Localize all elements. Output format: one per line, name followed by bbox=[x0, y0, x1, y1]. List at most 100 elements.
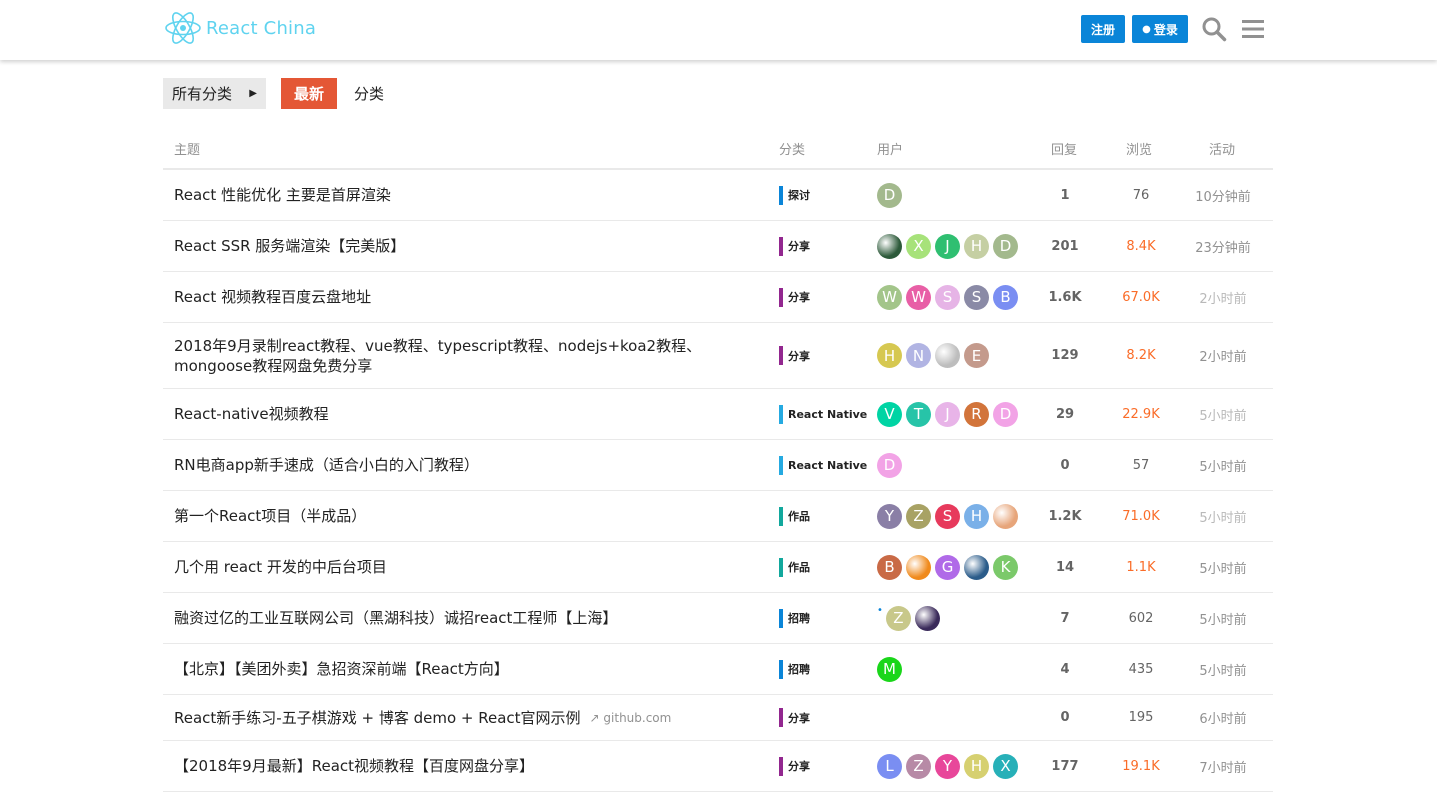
avatar[interactable]: V bbox=[877, 401, 902, 427]
header-category[interactable]: 分类 bbox=[779, 139, 805, 158]
avatar[interactable]: Z bbox=[885, 605, 911, 631]
topic-row[interactable]: 几个用 react 开发的中后台项目 作品 B G K 14 1.1K 5小时前 bbox=[163, 542, 1273, 593]
header-views[interactable]: 浏览 bbox=[1126, 139, 1152, 158]
category-badge[interactable]: 分享 bbox=[779, 695, 810, 740]
activity-time[interactable]: 2小时前 bbox=[1186, 272, 1260, 322]
category-badge[interactable]: 探讨 bbox=[779, 170, 810, 220]
avatar[interactable]: S bbox=[935, 284, 960, 310]
avatar[interactable]: D bbox=[993, 401, 1018, 427]
topic-title-link[interactable]: RN电商app新手速成（适合小白的入门教程） bbox=[174, 455, 479, 475]
category-badge[interactable]: React Native bbox=[779, 389, 867, 439]
avatar[interactable]: Z bbox=[906, 503, 931, 529]
avatar[interactable]: M bbox=[877, 656, 902, 682]
topic-title-link[interactable]: React新手练习-五子棋游戏 + 博客 demo + React官网示例 bbox=[174, 708, 581, 728]
category-badge[interactable]: 招聘 bbox=[779, 593, 810, 643]
avatar[interactable]: H bbox=[964, 233, 989, 259]
activity-time[interactable]: 5小时前 bbox=[1186, 593, 1260, 643]
topic-title-link[interactable]: React-native视频教程 bbox=[174, 404, 329, 424]
avatar[interactable]: Z bbox=[906, 753, 931, 779]
topic-row[interactable]: 2018年9月录制react教程、vue教程、typescript教程、node… bbox=[163, 323, 1273, 389]
topic-row[interactable]: React 视频教程百度云盘地址 分享 W W S S B 1.6K 67.0K 2小时前 bbox=[163, 272, 1273, 323]
avatar[interactable]: S bbox=[935, 503, 960, 529]
activity-time[interactable]: 2小时前 bbox=[1186, 323, 1260, 388]
activity-time[interactable]: 5小时前 bbox=[1186, 644, 1260, 694]
topic-title-link[interactable]: 第一个React项目（半成品） bbox=[174, 506, 366, 526]
avatar[interactable]: Y bbox=[877, 503, 902, 529]
topic-title-link[interactable]: 【北京】【美团外卖】急招资深前端【React方向】 bbox=[174, 659, 509, 679]
topic-title-link[interactable]: React SSR 服务端渲染【完美版】 bbox=[174, 236, 405, 256]
avatar[interactable]: H bbox=[877, 343, 902, 368]
topic-title-link[interactable]: 几个用 react 开发的中后台项目 bbox=[174, 557, 387, 577]
activity-time[interactable]: 5小时前 bbox=[1186, 389, 1260, 439]
category-badge[interactable]: 分享 bbox=[779, 323, 810, 388]
avatar[interactable]: E bbox=[964, 343, 989, 368]
activity-time[interactable]: 7小时前 bbox=[1186, 741, 1260, 791]
external-link-host[interactable]: ↗ github.com bbox=[590, 708, 672, 728]
nav-categories-tab[interactable]: 分类 bbox=[354, 83, 384, 104]
activity-time[interactable]: 5小时前 bbox=[1186, 440, 1260, 490]
avatar[interactable]: H bbox=[964, 503, 989, 529]
topic-row[interactable]: 第一个React项目（半成品） 作品 Y Z S H 1.2K 71.0K 5小时前 bbox=[163, 491, 1273, 542]
avatar[interactable]: J bbox=[935, 401, 960, 427]
header-users[interactable]: 用户 bbox=[877, 139, 903, 158]
topic-row[interactable]: RN电商app新手速成（适合小白的入门教程） React Native D 0 57 5小… bbox=[163, 440, 1273, 491]
avatar[interactable]: G bbox=[935, 554, 960, 580]
hamburger-menu-icon[interactable] bbox=[1240, 16, 1266, 42]
topic-row[interactable]: React-native视频教程 React Native V T J R D 29 22.9K… bbox=[163, 389, 1273, 440]
header-activity[interactable]: 活动 bbox=[1209, 139, 1235, 158]
topic-row[interactable]: React新手练习-五子棋游戏 + 博客 demo + React官网示例 ↗ g… bbox=[163, 695, 1273, 741]
topic-row[interactable]: 融资过亿的工业互联网公司（黑湖科技）诚招react工程师【上海】 招聘 • Z 7 602… bbox=[163, 593, 1273, 644]
avatar[interactable] bbox=[877, 233, 902, 259]
avatar[interactable]: S bbox=[964, 284, 989, 310]
category-badge[interactable]: 招聘 bbox=[779, 644, 810, 694]
activity-time[interactable]: 5小时前 bbox=[1186, 491, 1260, 541]
register-button[interactable]: 注册 bbox=[1081, 15, 1125, 43]
activity-time[interactable]: 10分钟前 bbox=[1186, 170, 1260, 220]
category-badge[interactable]: 作品 bbox=[779, 491, 810, 541]
topic-title-link[interactable]: 【2018年9月最新】React视频教程【百度网盘分享】 bbox=[174, 756, 534, 776]
avatar[interactable]: D bbox=[877, 182, 902, 208]
topic-title-link[interactable]: React 性能优化 主要是首屏渲染 bbox=[174, 185, 391, 205]
avatar[interactable]: L bbox=[877, 753, 902, 779]
avatar[interactable] bbox=[914, 605, 940, 631]
activity-time[interactable]: 5小时前 bbox=[1186, 542, 1260, 592]
login-button[interactable]: ● 登录 bbox=[1132, 15, 1188, 43]
category-badge[interactable]: 分享 bbox=[779, 741, 810, 791]
topic-row[interactable]: React 性能优化 主要是首屏渲染 探讨 D 1 76 10分钟前 bbox=[163, 170, 1273, 221]
avatar[interactable]: W bbox=[906, 284, 931, 310]
avatar[interactable]: J bbox=[935, 233, 960, 259]
avatar[interactable] bbox=[906, 554, 931, 580]
header-topic[interactable]: 主题 bbox=[174, 139, 200, 158]
avatar[interactable]: D bbox=[993, 233, 1018, 259]
avatar[interactable] bbox=[993, 503, 1018, 529]
topic-title-link[interactable]: 2018年9月录制react教程、vue教程、typescript教程、node… bbox=[174, 336, 734, 376]
avatar[interactable] bbox=[935, 343, 960, 368]
avatar[interactable]: H bbox=[964, 753, 989, 779]
topic-row[interactable]: 【北京】【美团外卖】急招资深前端【React方向】 招聘 M 4 435 5小时前 bbox=[163, 644, 1273, 695]
category-badge[interactable]: 分享 bbox=[779, 272, 810, 322]
category-badge[interactable]: React Native bbox=[779, 440, 867, 490]
header-replies[interactable]: 回复 bbox=[1051, 139, 1077, 158]
activity-time[interactable]: 23分钟前 bbox=[1186, 221, 1260, 271]
avatar[interactable]: Y bbox=[935, 753, 960, 779]
avatar[interactable]: R bbox=[964, 401, 989, 427]
topic-row[interactable]: React SSR 服务端渲染【完美版】 分享 X J H D 201 8.4K 23分钟前 bbox=[163, 221, 1273, 272]
nav-latest-tab[interactable]: 最新 bbox=[281, 78, 337, 109]
avatar[interactable]: B bbox=[877, 554, 902, 580]
avatar[interactable] bbox=[964, 554, 989, 580]
avatar[interactable]: N bbox=[906, 343, 931, 368]
category-badge[interactable]: 分享 bbox=[779, 221, 810, 271]
site-logo[interactable]: React China bbox=[164, 10, 316, 46]
search-icon[interactable] bbox=[1201, 16, 1227, 42]
all-categories-dropdown[interactable]: 所有分类 ▶ bbox=[163, 78, 266, 109]
avatar[interactable]: X bbox=[906, 233, 931, 259]
topic-title-link[interactable]: 融资过亿的工业互联网公司（黑湖科技）诚招react工程师【上海】 bbox=[174, 608, 617, 628]
topic-title-link[interactable]: React 视频教程百度云盘地址 bbox=[174, 287, 371, 307]
avatar[interactable]: X bbox=[993, 753, 1018, 779]
category-badge[interactable]: 作品 bbox=[779, 542, 810, 592]
avatar[interactable]: T bbox=[906, 401, 931, 427]
avatar[interactable]: D bbox=[877, 452, 902, 478]
topic-row[interactable]: 【2018年9月最新】React视频教程【百度网盘分享】 分享 L Z Y H X 177 19… bbox=[163, 741, 1273, 792]
avatar[interactable]: W bbox=[877, 284, 902, 310]
activity-time[interactable]: 6小时前 bbox=[1186, 695, 1260, 740]
